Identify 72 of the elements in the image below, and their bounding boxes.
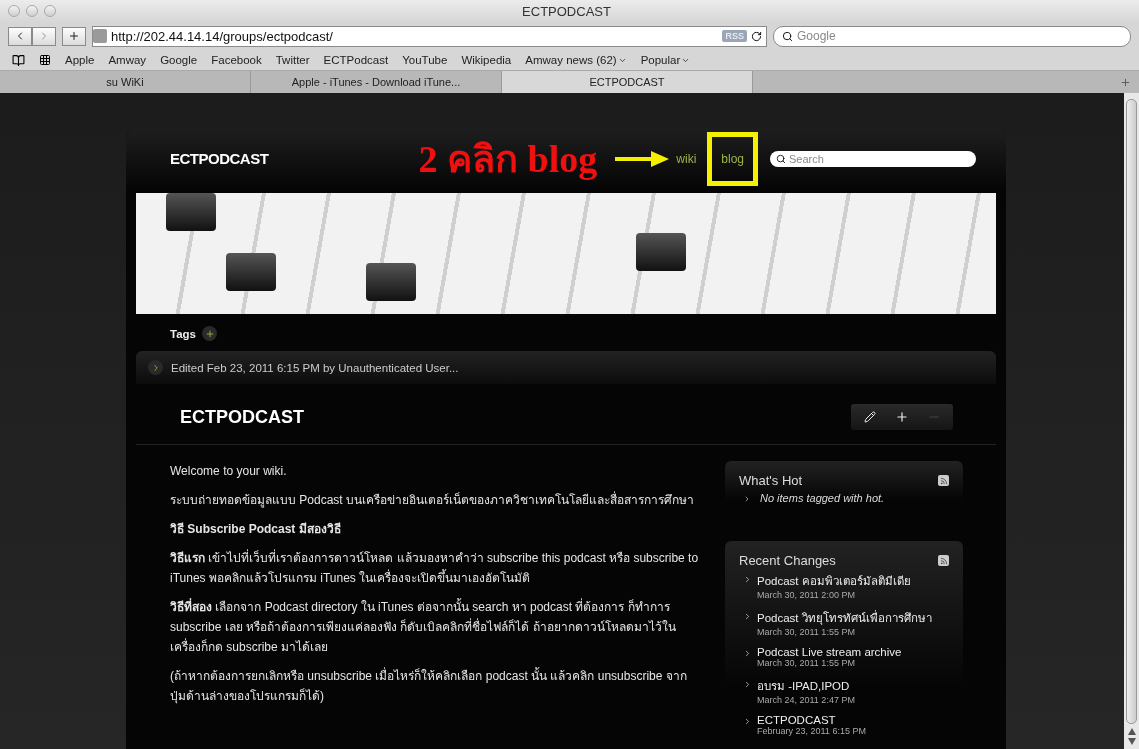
browser-tab[interactable]: ECTPODCAST bbox=[502, 71, 753, 93]
search-icon bbox=[776, 153, 786, 164]
plus-icon bbox=[68, 30, 80, 42]
nav-link[interactable]: wiki bbox=[671, 151, 702, 166]
chevron-icon bbox=[743, 717, 752, 726]
paragraph: วิธีแรก เข้าไปที่เว็บที่เราต้องการดาวน์โหลด แล้วมองหาคำว่า subscribe this podcast หรือ subscribe to iTunes พอคลิกแล้วโปรแกรม iTunes ในเครื่องจะเปิดขึ้นมาเองอัตโนมัติ bbox=[170, 548, 700, 587]
change-link[interactable]: Podcast Live stream archive bbox=[757, 646, 902, 658]
site-search-field[interactable]: Search bbox=[770, 150, 976, 167]
tags-label: Tags bbox=[170, 327, 196, 340]
new-tab-icon[interactable] bbox=[1120, 76, 1131, 88]
bookmark-link[interactable]: Popular bbox=[640, 54, 691, 66]
plus-icon bbox=[204, 328, 215, 339]
paragraph: ระบบถ่ายทอดข้อมูลแบบ Podcast บนเครือข่ายอินเตอร์เน็ตของภาควิชาเทคโนโลยีและสื่อสารการศึกษา bbox=[170, 490, 696, 510]
add-tag-button[interactable] bbox=[202, 326, 217, 342]
plus-icon bbox=[895, 410, 909, 424]
bookmark-link[interactable]: Amway bbox=[108, 54, 147, 66]
reload-icon[interactable] bbox=[751, 30, 762, 42]
scroll-down-icon[interactable] bbox=[1127, 738, 1136, 745]
widget-title: Recent Changes bbox=[739, 553, 836, 568]
rss-icon[interactable] bbox=[938, 555, 949, 566]
browser-search-field[interactable]: Google bbox=[773, 25, 1131, 47]
address-field[interactable]: http://202.44.14.14/groups/ectpodcast/ RSS bbox=[92, 25, 767, 47]
bookmark-link[interactable]: ECTPodcast bbox=[323, 54, 389, 66]
pencil-icon bbox=[864, 411, 876, 423]
scrollbar[interactable] bbox=[1124, 93, 1139, 749]
nav-link[interactable]: blog bbox=[716, 151, 749, 166]
bookmark-link[interactable]: Twitter bbox=[275, 54, 310, 66]
bookmark-link[interactable]: Amway news (62) bbox=[525, 54, 627, 66]
chevron-icon bbox=[743, 649, 752, 658]
bookmark-link[interactable]: Wikipedia bbox=[461, 54, 512, 66]
arrow-icon bbox=[615, 150, 670, 167]
favicon-icon bbox=[93, 29, 107, 43]
change-link[interactable]: อบรม -IPAD,IPOD bbox=[757, 677, 855, 695]
edited-text: Edited Feb 23, 2011 6:15 PM by Unauthenticated User... bbox=[171, 361, 459, 374]
chevron-icon bbox=[743, 495, 751, 503]
scroll-up-icon[interactable] bbox=[1127, 728, 1136, 735]
change-date: March 24, 2011 2:47 PM bbox=[757, 695, 855, 705]
search-icon bbox=[782, 30, 793, 42]
window-control-button[interactable] bbox=[44, 5, 56, 17]
change-link[interactable]: Podcast คอมพิวเตอร์มัลติมีเดีย bbox=[757, 572, 911, 590]
bookmark-link[interactable]: Google bbox=[160, 54, 198, 66]
chevron-icon bbox=[743, 680, 752, 689]
bookmark-link[interactable]: Facebook bbox=[211, 54, 262, 66]
page-title: ECTPODCAST bbox=[180, 406, 304, 428]
empty-message: No items tagged with hot. bbox=[759, 492, 885, 504]
bookmarks-icon[interactable] bbox=[12, 53, 25, 67]
site-title: ECTPODCAST bbox=[170, 150, 270, 167]
paragraph: วิธีที่สอง เลือกจาก Podcast directory ใน iTunes ต่อจากนั้น search หา podcast ที่ต้องการ ก็ทำการ subscribe เลย หรือถ้าต้องการเพียงแค่ลองฟัง ก็ดับเบิลคลิกที่ชื่อไฟล์ก็ได้ ถ้าอยากดาวน์โหลดมาไว้ในเครื่องก็กด subscribe มาได้เลย bbox=[170, 597, 677, 656]
bookmark-link[interactable]: YouTube bbox=[402, 54, 448, 66]
change-date: March 30, 2011 1:55 PM bbox=[757, 627, 856, 637]
change-date: March 30, 2011 2:00 PM bbox=[757, 590, 856, 600]
chevron-icon bbox=[743, 612, 752, 621]
widget-title: What's Hot bbox=[739, 473, 803, 488]
expand-button[interactable] bbox=[148, 360, 163, 376]
add-bookmark-button[interactable] bbox=[62, 26, 86, 46]
window-control-button[interactable] bbox=[8, 5, 20, 17]
change-date: February 23, 2011 6:15 PM bbox=[757, 726, 866, 736]
paragraph: (ถ้าหากต้องการยกเลิกหรือ unsubscribe เมื่อไหร่ก็ให้คลิกเลือก podcast นั้น แล้วคลิก unsubscribe จากปุ่มด้านล่างของโปรแกรมก็ได้) bbox=[170, 666, 688, 706]
chevron-icon bbox=[743, 575, 752, 584]
back-button[interactable] bbox=[8, 26, 32, 46]
change-link[interactable]: ECTPODCAST bbox=[757, 714, 866, 726]
window-control-button[interactable] bbox=[26, 5, 38, 17]
bookmark-link[interactable]: Apple bbox=[65, 54, 95, 66]
paragraph: วิธี Subscribe Podcast มีสองวิธี bbox=[170, 521, 342, 538]
grid-icon[interactable] bbox=[39, 54, 51, 66]
annotation-text: 2 คลิก blog bbox=[418, 137, 598, 182]
window-title: ECTPODCAST bbox=[521, 3, 612, 19]
change-link[interactable]: Podcast วิทยุโทรทัศน์เพื่อการศึกษา bbox=[757, 609, 932, 627]
rss-icon[interactable] bbox=[938, 475, 949, 486]
change-date: March 30, 2011 1:55 PM bbox=[757, 658, 856, 668]
paragraph: Welcome to your wiki. bbox=[170, 463, 288, 480]
forward-button[interactable] bbox=[32, 26, 56, 46]
